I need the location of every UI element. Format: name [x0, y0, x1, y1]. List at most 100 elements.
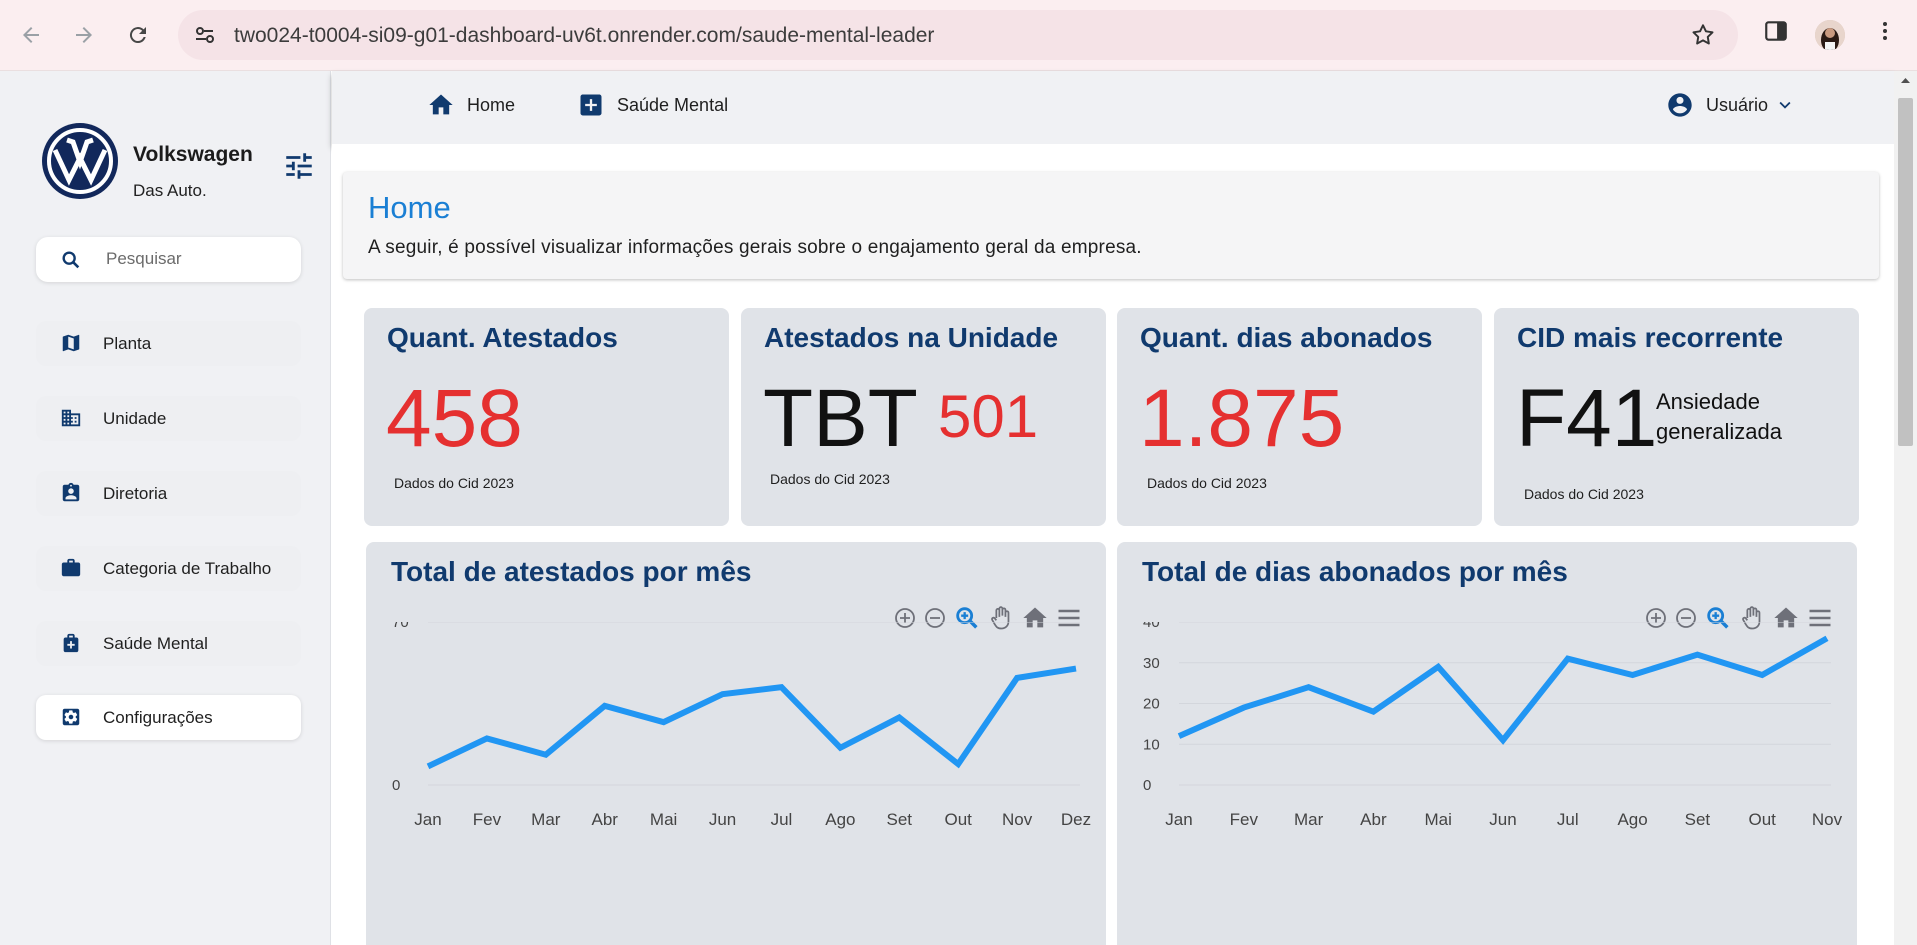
sidebar-item-configuracoes[interactable]: Configurações	[36, 695, 301, 740]
x-tick-label: Nov	[1812, 810, 1843, 829]
badge-icon	[60, 482, 82, 509]
card-dias-abonados: Quant. dias abonados 1.875 Dados do Cid …	[1117, 308, 1482, 526]
sidebar-item-diretoria[interactable]: Diretoria	[36, 471, 301, 516]
browser-toolbar: two024-t0004-si09-g01-dashboard-uv6t.onr…	[0, 0, 1917, 71]
chart-card-dias-abonados: Total de dias abonados por mês 0 10 20 30 40…	[1117, 542, 1857, 945]
x-tick-label: Jun	[1489, 810, 1516, 829]
card-description-line2: generalizada	[1656, 419, 1782, 444]
card-title: CID mais recorrente	[1517, 322, 1784, 353]
reload-icon[interactable]	[121, 18, 155, 52]
card-unit: TBT	[763, 373, 918, 464]
card-atestados-unidade: Atestados na Unidade TBT 501 Dados do Ci…	[741, 308, 1106, 526]
page-subtitle: A seguir, é possível visualizar informaç…	[368, 237, 1142, 258]
card-title: Quant. Atestados	[387, 322, 618, 353]
sidebar-item-label: Unidade	[103, 409, 167, 428]
sidebar-item-unidade[interactable]: Unidade	[36, 396, 301, 441]
card-footnote: Dados do Cid 2023	[1524, 486, 1644, 502]
y-tick-label: 70	[392, 622, 409, 631]
search-input[interactable]	[106, 246, 286, 272]
chart-dias-abonados-plot: 0 10 20 30 40 Jan Fev Mar Abr Mai Jun Jul Ago Set Out N…	[1143, 622, 1843, 829]
x-tick-label: Mar	[531, 810, 561, 829]
home-icon	[429, 94, 453, 115]
chevron-down-icon	[1779, 101, 1791, 109]
sidebar-item-label: Diretoria	[103, 484, 168, 503]
sidebar-item-saude-mental[interactable]: Saúde Mental	[36, 621, 301, 666]
profile-avatar[interactable]	[1815, 20, 1845, 50]
volkswagen-logo	[42, 123, 118, 199]
x-tick-label: Jul	[1557, 810, 1579, 829]
bookmark-star-icon[interactable]	[1690, 22, 1716, 53]
card-quant-atestados: Quant. Atestados 458 Dados do Cid 2023	[364, 308, 729, 526]
x-tick-label: Mar	[1294, 810, 1324, 829]
map-icon	[60, 332, 82, 359]
card-value: 1.875	[1139, 373, 1345, 464]
building-icon	[60, 407, 82, 434]
brand-name: Volkswagen	[133, 143, 253, 166]
nav-home[interactable]: Home	[427, 91, 515, 119]
sidebar: Volkswagen Das Auto. Planta Unidade Dire…	[0, 71, 331, 945]
chart-title: Total de atestados por mês	[391, 556, 752, 587]
page-scrollbar[interactable]	[1894, 71, 1917, 945]
card-description-line1: Ansiedade	[1656, 389, 1760, 414]
y-tick-label: 0	[392, 777, 400, 794]
card-footnote: Dados do Cid 2023	[770, 471, 890, 487]
y-tick-label: 40	[1143, 622, 1160, 631]
card-cid-recorrente: CID mais recorrente F41 Ansiedade genera…	[1494, 308, 1859, 526]
y-tick-label: 0	[1143, 777, 1151, 794]
sidebar-item-label: Planta	[103, 334, 152, 353]
page-title: Home	[368, 190, 451, 225]
x-tick-label: Jul	[771, 810, 793, 829]
briefcase-icon	[60, 557, 82, 584]
x-tick-label: Dez	[1061, 810, 1091, 829]
x-tick-label: Set	[887, 810, 913, 829]
card-description: Ansiedade generalizada	[1656, 387, 1782, 447]
series-line	[1177, 635, 1829, 745]
nav-saude-mental-label: Saúde Mental	[617, 94, 729, 115]
account-circle-icon	[1668, 93, 1692, 117]
y-tick-label: 30	[1143, 655, 1160, 672]
address-bar[interactable]: two024-t0004-si09-g01-dashboard-uv6t.onr…	[178, 10, 1738, 60]
x-tick-label: Abr	[1360, 810, 1387, 829]
x-tick-label: Jan	[414, 810, 441, 829]
brand-tagline: Das Auto.	[133, 181, 207, 200]
card-title: Atestados na Unidade	[764, 322, 1059, 353]
back-icon[interactable]	[14, 18, 48, 52]
x-tick-label: Out	[944, 810, 972, 829]
x-tick-label: Jan	[1165, 810, 1192, 829]
x-tick-label: Nov	[1002, 810, 1033, 829]
sidebar-item-label: Configurações	[103, 708, 213, 727]
tune-icon[interactable]	[282, 149, 316, 188]
scroll-up-arrow-icon[interactable]	[1894, 71, 1917, 91]
side-panel-icon[interactable]	[1763, 18, 1789, 49]
scrollbar-thumb[interactable]	[1898, 98, 1913, 446]
search-box[interactable]	[36, 237, 301, 282]
x-tick-label: Fev	[1230, 810, 1259, 829]
top-navbar: Home Saúde Mental Usuário	[332, 71, 1894, 144]
browser-menu-icon[interactable]	[1873, 18, 1897, 49]
x-tick-label: Ago	[1617, 810, 1647, 829]
card-value: 458	[386, 373, 523, 464]
sidebar-item-planta[interactable]: Planta	[36, 321, 301, 366]
series-line	[426, 665, 1077, 770]
chart-title: Total de dias abonados por mês	[1142, 556, 1568, 587]
card-value: 501	[938, 383, 1039, 450]
forward-icon[interactable]	[67, 18, 101, 52]
x-tick-label: Mai	[650, 810, 677, 829]
x-tick-label: Set	[1685, 810, 1711, 829]
user-menu[interactable]: Usuário	[1666, 91, 1796, 119]
y-tick-label: 20	[1143, 696, 1160, 713]
site-info-icon[interactable]	[192, 22, 218, 53]
x-tick-label: Fev	[473, 810, 502, 829]
x-tick-label: Ago	[825, 810, 855, 829]
sidebar-item-label: Saúde Mental	[103, 634, 208, 653]
chart-atestados-plot: 0 70 Jan Fev Mar Abr Mai Jun Jul Ago Set Out Nov Dez	[392, 622, 1091, 829]
nav-saude-mental[interactable]: Saúde Mental	[577, 91, 728, 119]
chart-card-atestados: Total de atestados por mês 0 70 Jan Fev Mar A…	[366, 542, 1106, 945]
sidebar-item-categoria[interactable]: Categoria de Trabalho	[36, 546, 301, 591]
medical-bag-icon	[60, 632, 82, 659]
nav-home-label: Home	[467, 94, 516, 115]
x-tick-label: Abr	[591, 810, 618, 829]
url-text: two024-t0004-si09-g01-dashboard-uv6t.onr…	[234, 24, 935, 47]
settings-gear-icon	[60, 706, 82, 733]
card-code: F41	[1516, 373, 1658, 464]
